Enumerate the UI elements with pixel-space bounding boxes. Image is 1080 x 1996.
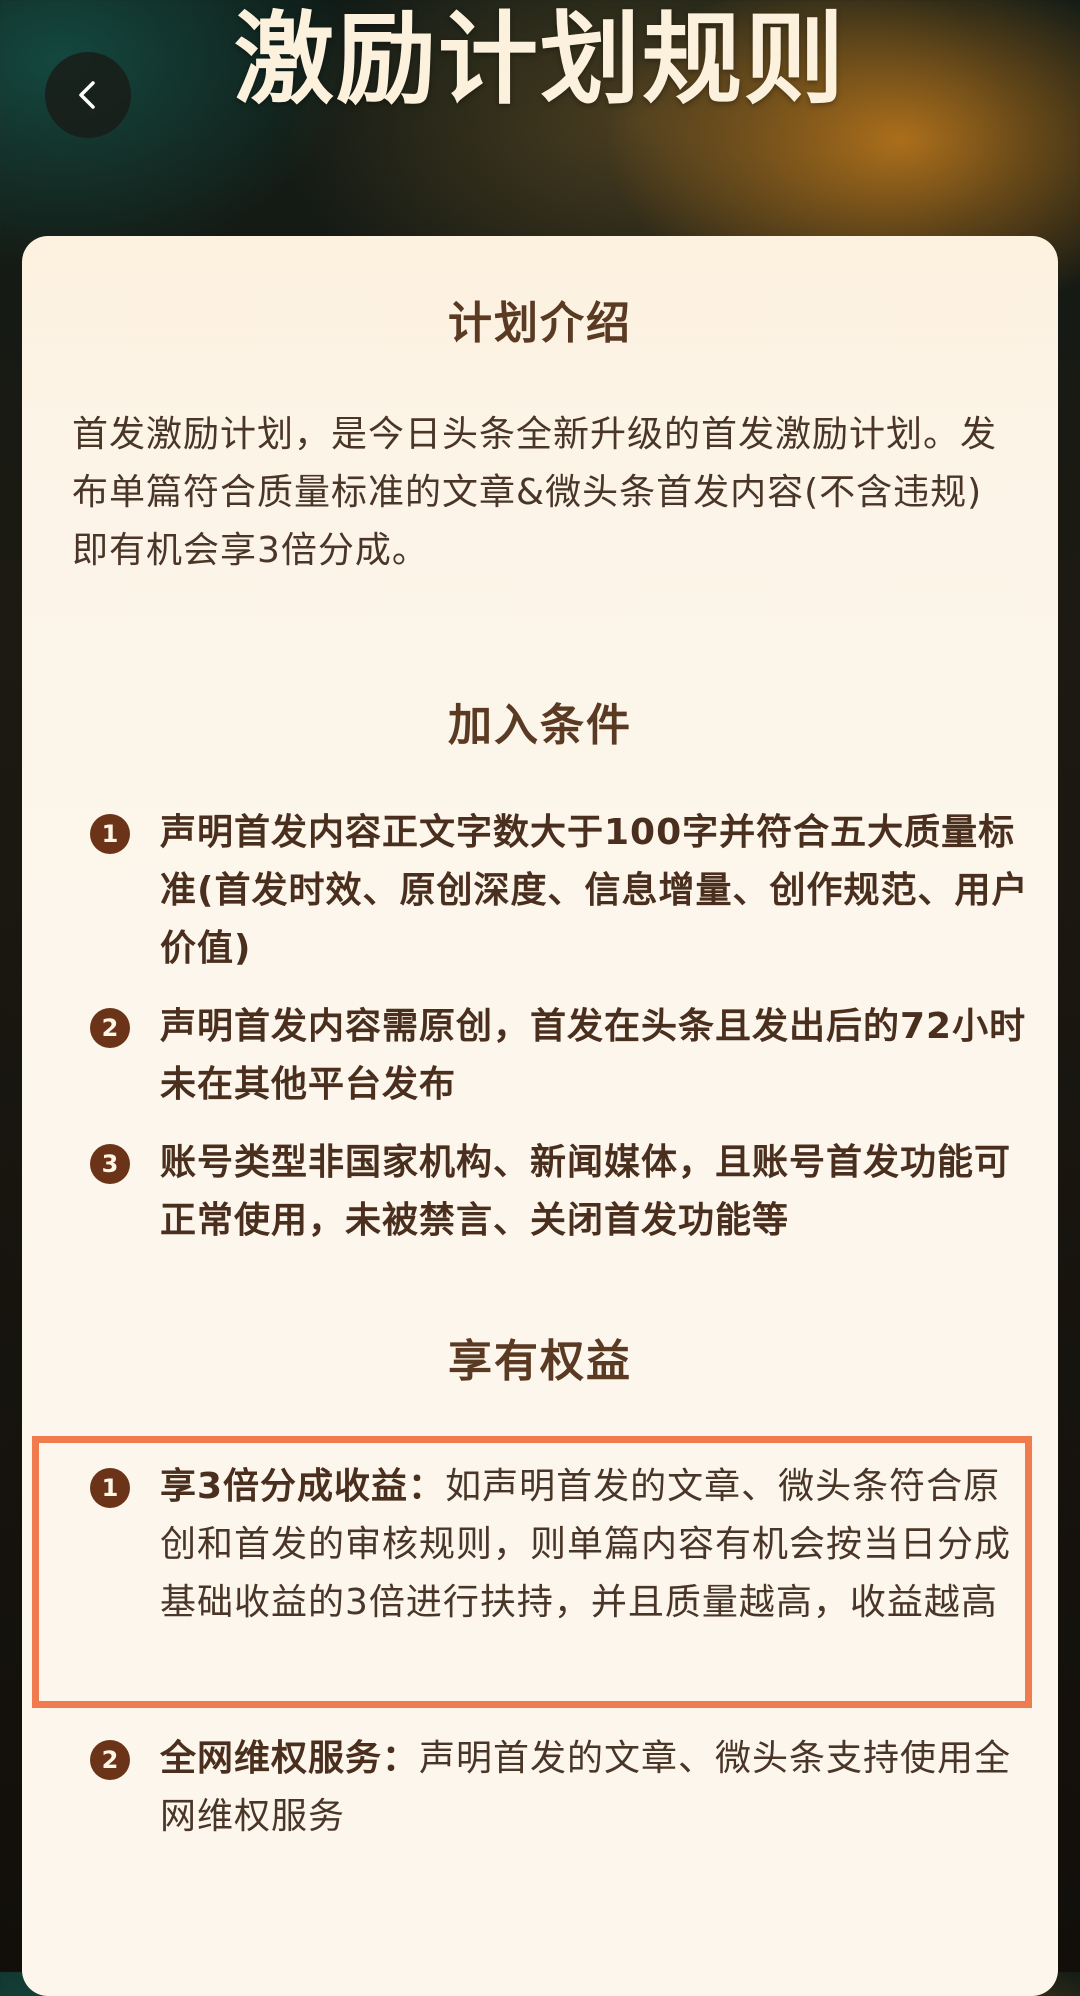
number-badge: 2: [90, 1740, 130, 1780]
section-title-conditions: 加入条件: [448, 700, 632, 751]
rules-card: 计划介绍 首发激励计划，是今日头条全新升级的首发激励计划。发布单篇符合质量标准的…: [22, 236, 1058, 1996]
number-badge: 2: [90, 1008, 130, 1048]
condition-item-3: 3 账号类型非国家机构、新闻媒体，且账号首发功能可正常使用，未被禁言、关闭首发功…: [70, 1134, 1030, 1250]
page-title: 激励计划规则: [234, 0, 846, 118]
benefit-text: 享3倍分成收益：如声明首发的文章、微头条符合原创和首发的审核规则，则单篇内容有机…: [160, 1458, 1030, 1632]
number-badge: 3: [90, 1144, 130, 1184]
condition-text: 账号类型非国家机构、新闻媒体，且账号首发功能可正常使用，未被禁言、关闭首发功能等: [160, 1142, 1012, 1241]
condition-item-2: 2 声明首发内容需原创，首发在头条且发出后的72小时未在其他平台发布: [70, 998, 1030, 1114]
number-badge: 1: [90, 1468, 130, 1508]
intro-text: 首发激励计划，是今日头条全新升级的首发激励计划。发布单篇符合质量标准的文章&微头…: [72, 414, 998, 571]
benefit-lead: 享3倍分成收益：: [160, 1466, 446, 1507]
benefit-text: 全网维权服务：声明首发的文章、微头条支持使用全网维权服务: [160, 1730, 1030, 1846]
condition-item-1: 1 声明首发内容正文字数大于100字并符合五大质量标准(首发时效、原创深度、信息…: [70, 804, 1030, 978]
condition-text: 声明首发内容需原创，首发在头条且发出后的72小时未在其他平台发布: [160, 1006, 1027, 1105]
benefit-item-1: 1 享3倍分成收益：如声明首发的文章、微头条符合原创和首发的审核规则，则单篇内容…: [70, 1458, 1030, 1632]
number-badge: 1: [90, 814, 130, 854]
benefit-item-2: 2 全网维权服务：声明首发的文章、微头条支持使用全网维权服务: [70, 1730, 1030, 1846]
condition-text: 声明首发内容正文字数大于100字并符合五大质量标准(首发时效、原创深度、信息增量…: [160, 812, 1029, 969]
benefit-lead: 全网维权服务：: [160, 1738, 420, 1779]
section-title-benefits: 享有权益: [448, 1336, 632, 1387]
section-title-intro: 计划介绍: [448, 298, 632, 349]
header: 激励计划规则: [0, 0, 1080, 220]
